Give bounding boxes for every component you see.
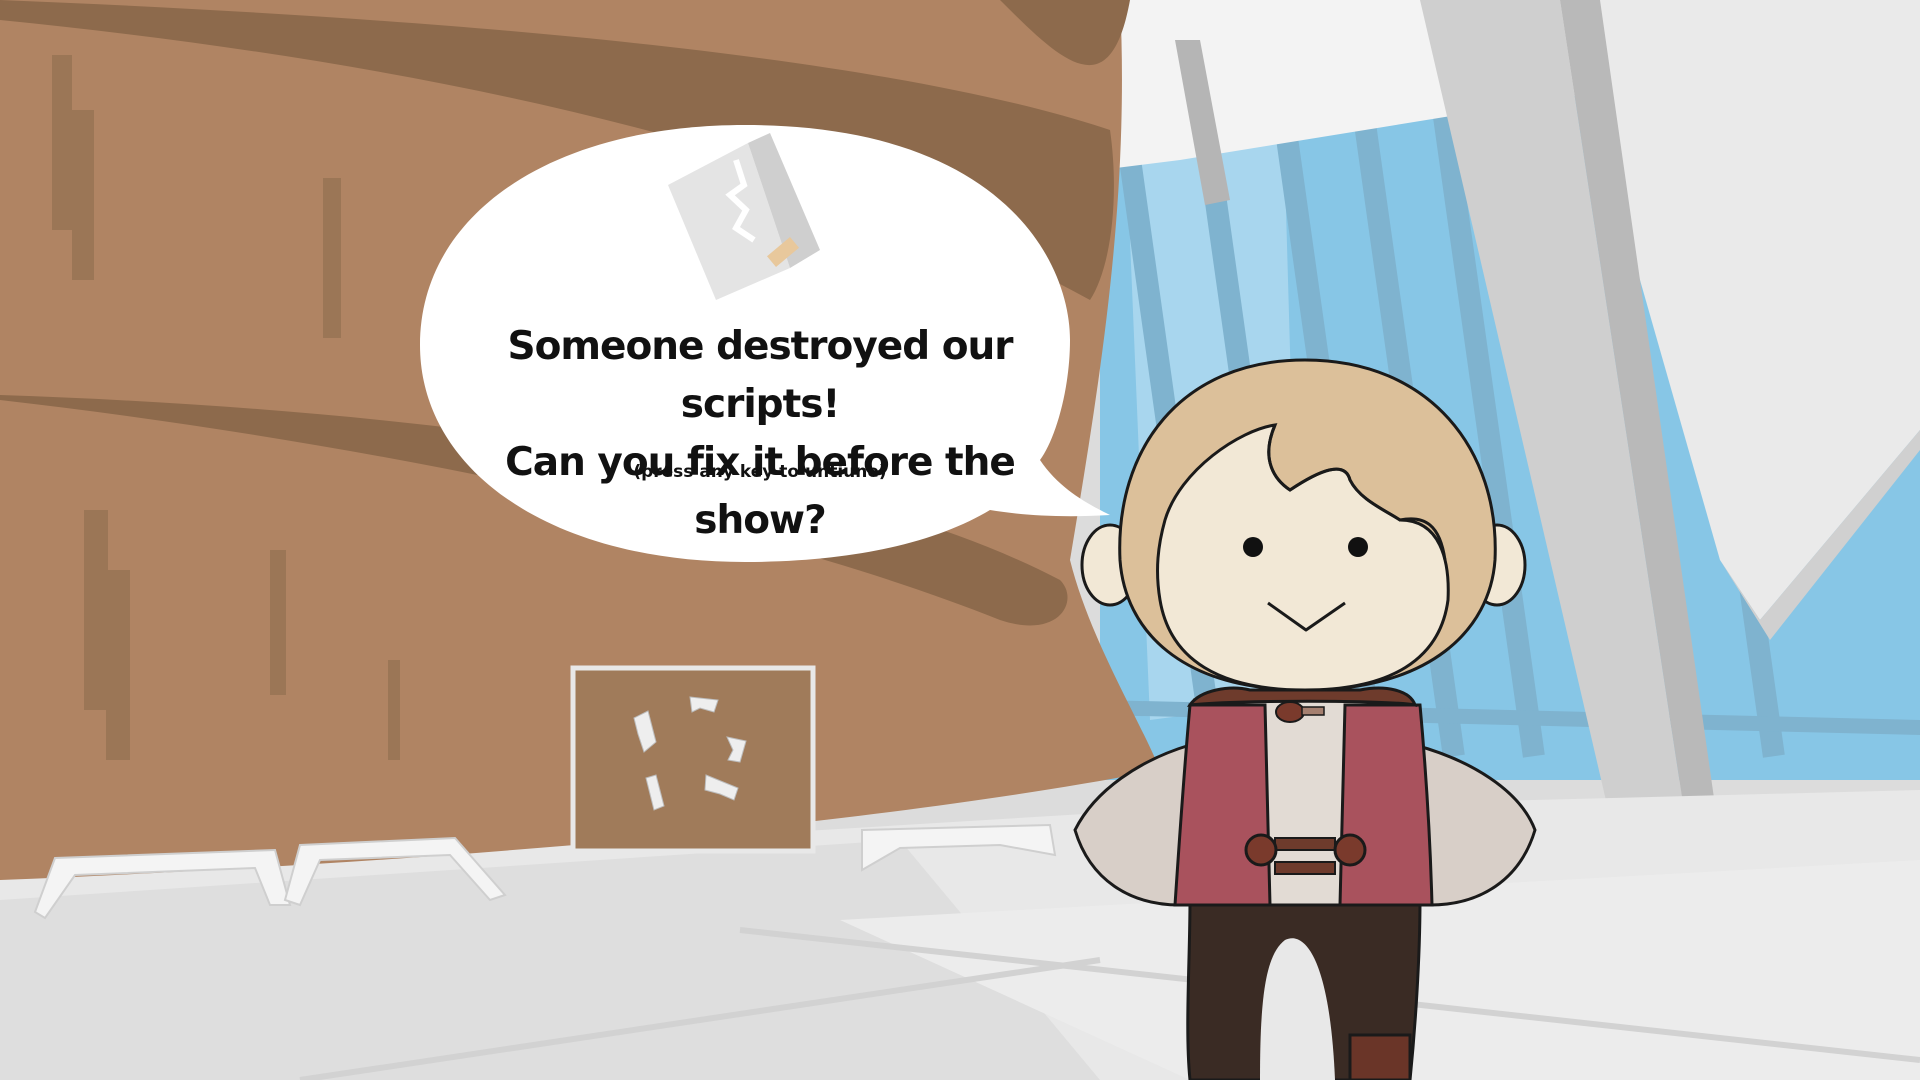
cork-board[interactable] — [570, 665, 816, 854]
dialogue-line-1: Someone destroyed our scripts! — [507, 324, 1014, 427]
dialogue-text: Someone destroyed our scripts! Can you f… — [440, 318, 1080, 550]
dialogue-line-2: Can you fix it before the show? — [505, 440, 1016, 543]
continue-hint: (press any key to untiune) — [633, 462, 887, 482]
